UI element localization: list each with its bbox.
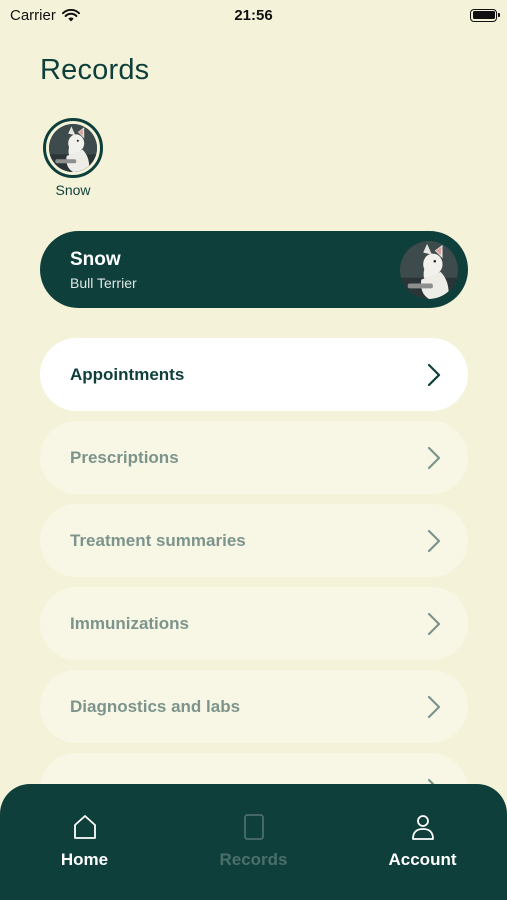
record-item-label: Prescriptions <box>70 447 179 467</box>
record-item-immunizations[interactable]: Immunizations <box>40 587 468 660</box>
nav-item-records[interactable]: Records <box>184 812 324 870</box>
home-icon <box>73 815 96 839</box>
records-icon <box>243 814 264 840</box>
pet-banner-name: Snow <box>70 248 121 270</box>
account-icon <box>411 815 434 840</box>
record-item-label: Treatment summaries <box>70 530 246 550</box>
record-item-treatment-summaries[interactable]: Treatment summaries <box>40 504 468 577</box>
status-left: Carrier <box>10 7 80 24</box>
record-item-diagnostics-and-labs[interactable]: Diagnostics and labs <box>40 670 468 743</box>
record-item-prescriptions[interactable]: Prescriptions <box>40 421 468 494</box>
chevron-right-icon <box>427 446 441 469</box>
bottom-nav: Home Records Account <box>0 784 507 900</box>
record-item-label: Immunizations <box>70 613 190 633</box>
chevron-right-icon <box>427 363 441 386</box>
pet-banner[interactable]: Snow Bull Terrier <box>40 231 468 308</box>
pet-selector-snow[interactable]: Snow <box>42 118 104 198</box>
page-title: Records <box>40 54 150 86</box>
pet-banner-info: Snow Bull Terrier <box>70 249 137 291</box>
nav-item-home[interactable]: Home <box>15 812 155 870</box>
pet-avatar <box>49 124 97 172</box>
wifi-icon <box>61 8 80 21</box>
chevron-right-icon <box>427 695 441 718</box>
nav-item-account[interactable]: Account <box>353 812 493 870</box>
pet-banner-breed: Bull Terrier <box>70 274 137 291</box>
nav-label-records: Records <box>219 850 288 869</box>
carrier-label: Carrier <box>10 6 56 24</box>
pet-banner-avatar <box>400 240 458 299</box>
records-list: Appointments Prescriptions Treatment sum… <box>40 338 468 836</box>
pet-avatar-ring <box>43 118 103 178</box>
chevron-right-icon <box>427 612 441 635</box>
battery-icon <box>470 8 500 22</box>
status-bar: Carrier 21:56 <box>0 0 507 30</box>
chevron-right-icon <box>427 529 441 552</box>
record-item-appointments[interactable]: Appointments <box>40 338 468 411</box>
record-item-label: Diagnostics and labs <box>70 696 241 716</box>
pet-selector-name: Snow <box>55 182 91 198</box>
record-item-label: Appointments <box>70 364 185 384</box>
nav-label-home: Home <box>60 850 109 869</box>
nav-label-account: Account <box>388 850 457 869</box>
